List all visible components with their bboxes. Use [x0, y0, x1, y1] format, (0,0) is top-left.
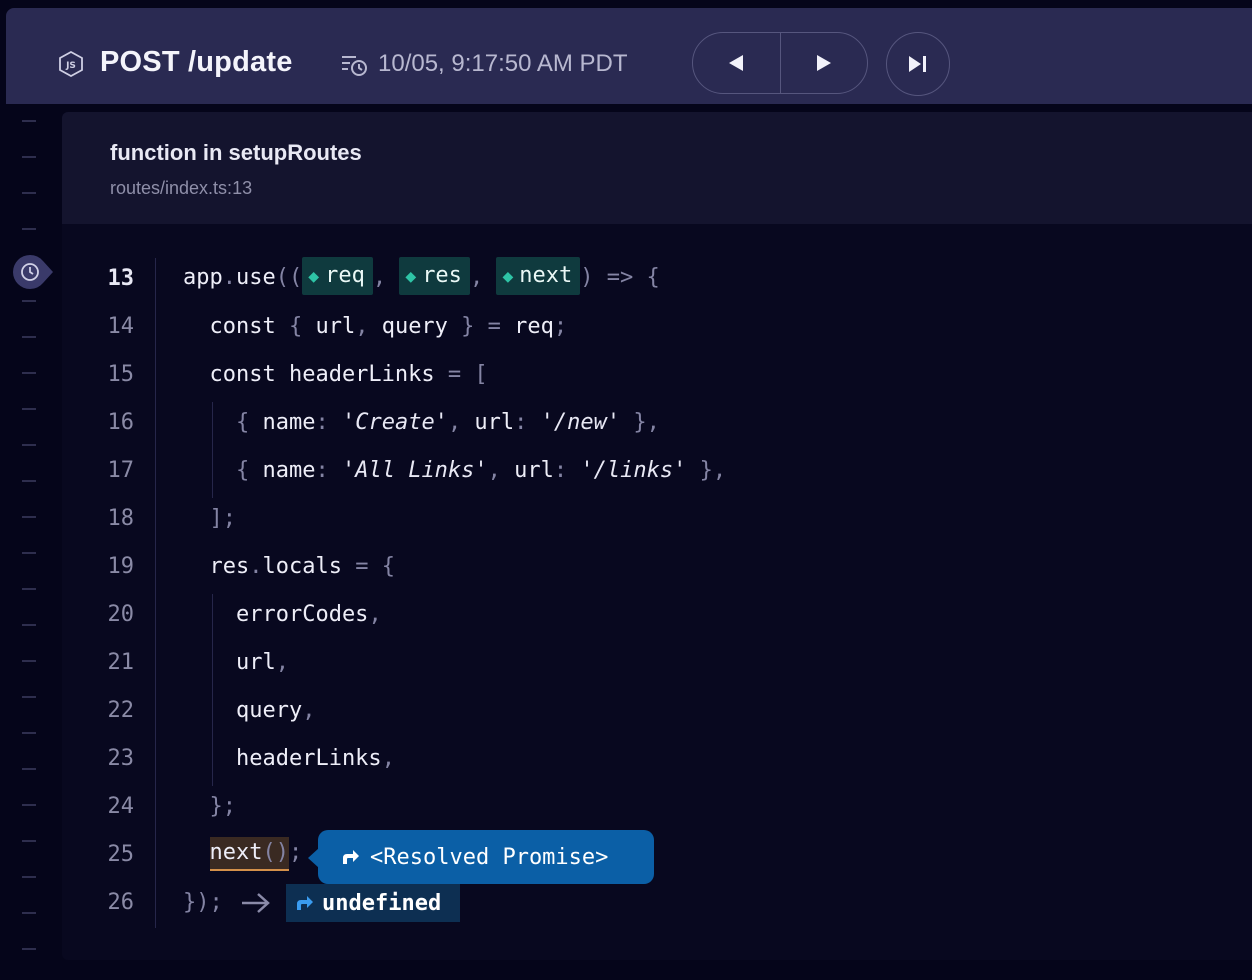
code-text: errorCodes,: [183, 601, 382, 627]
timeline-tick: [22, 480, 36, 482]
timeline-tick: [22, 768, 36, 770]
param-chip[interactable]: ◆ req: [302, 257, 373, 295]
line-number: 23: [107, 745, 135, 771]
timeline-tick: [22, 948, 36, 950]
function-panel: function in setupRoutes routes/index.ts:…: [62, 112, 1252, 960]
diamond-icon: ◆: [502, 266, 514, 287]
code-text: res.locals = {: [183, 553, 395, 579]
next-call-highlight[interactable]: next(): [209, 837, 289, 871]
code-line[interactable]: 21 url,: [62, 638, 1252, 686]
timeline-tick: [22, 912, 36, 914]
line-number: 16: [107, 409, 135, 435]
diamond-icon: ◆: [308, 266, 320, 287]
timeline-tick: [22, 804, 36, 806]
timeline-tick: [22, 408, 36, 410]
code-line[interactable]: 13 app.use((◆ req, ◆ res, ◆ next) => {: [62, 254, 1252, 302]
function-location[interactable]: routes/index.ts:13: [110, 178, 252, 199]
route-title: POST /update: [100, 46, 293, 78]
skip-to-end-button[interactable]: [886, 32, 950, 96]
step-forward-button[interactable]: [781, 33, 868, 93]
timeline-tick: [22, 192, 36, 194]
code-line[interactable]: 19 res.locals = {: [62, 542, 1252, 590]
code-text: query,: [183, 697, 316, 723]
code-text: const headerLinks = [: [183, 361, 488, 387]
diamond-icon: ◆: [405, 266, 417, 287]
call-value-tooltip[interactable]: <Resolved Promise>: [308, 830, 654, 884]
code-line[interactable]: 14 const { url, query } = req;: [62, 302, 1252, 350]
skip-to-end-icon: [909, 56, 926, 72]
line-number: 20: [107, 601, 135, 627]
jump-arrow-icon: [297, 896, 313, 910]
function-header: function in setupRoutes routes/index.ts:…: [62, 112, 1252, 224]
timeline-tick: [22, 444, 36, 446]
line-number: 22: [107, 697, 135, 723]
line-number: 17: [107, 457, 135, 483]
line-number: 24: [107, 793, 135, 819]
line-number: 25: [107, 841, 135, 867]
triangle-left-icon: [729, 55, 744, 71]
code-line[interactable]: 16 { name: 'Create', url: '/new' },: [62, 398, 1252, 446]
timeline-tick: [22, 660, 36, 662]
timeline-clock-marker-icon[interactable]: [13, 255, 53, 289]
timeline-tick: [22, 300, 36, 302]
code-text: { name: 'All Links', url: '/links' },: [235, 457, 727, 483]
code-text: app.use((◆ req, ◆ res, ◆ next) => {: [183, 257, 660, 295]
nodejs-icon: JS: [59, 51, 83, 77]
return-value: undefined: [322, 890, 442, 916]
code-text: });: [183, 889, 223, 915]
timeline-tick: [22, 624, 36, 626]
return-value-badge[interactable]: undefined: [286, 884, 460, 922]
top-bar: JS POST /update 10/05, 9:17:50 AM PDT: [6, 8, 1252, 104]
timestamp: 10/05, 9:17:50 AM PDT: [378, 50, 628, 77]
param-chip[interactable]: ◆ next: [496, 257, 581, 295]
history-clock-icon: [342, 56, 367, 76]
line-number: 21: [107, 649, 135, 675]
svg-text:JS: JS: [65, 61, 76, 71]
timeline-tick: [22, 372, 36, 374]
step-nav-group: [692, 32, 868, 94]
code-text: { name: 'Create', url: '/new' },: [235, 409, 660, 435]
line-number: 13: [107, 265, 135, 291]
timeline-gutter: [0, 104, 56, 980]
code-text: const { url, query } = req;: [183, 313, 568, 339]
code-text: url,: [183, 649, 289, 675]
code-line[interactable]: 22 query,: [62, 686, 1252, 734]
tooltip-value: <Resolved Promise>: [370, 844, 609, 870]
code-line[interactable]: 20 errorCodes,: [62, 590, 1252, 638]
line-number: 26: [107, 889, 135, 915]
code-line[interactable]: 17 { name: 'All Links', url: '/links' },: [62, 446, 1252, 494]
step-back-button[interactable]: [693, 33, 780, 93]
timeline-tick: [22, 228, 36, 230]
code-line[interactable]: 25 next();: [62, 830, 1252, 878]
line-number: 14: [107, 313, 135, 339]
jump-arrow-icon: [343, 850, 359, 864]
timeline-tick: [22, 588, 36, 590]
timeline-tick: [22, 840, 36, 842]
timeline-tick: [22, 696, 36, 698]
return-arrow-icon: [242, 893, 270, 913]
param-chip[interactable]: ◆ res: [399, 257, 470, 295]
code-line[interactable]: 24 };: [62, 782, 1252, 830]
code-text: ];: [209, 505, 237, 531]
timeline-tick: [22, 336, 36, 338]
code-text: next();: [183, 837, 302, 871]
code-text: headerLinks,: [183, 745, 395, 771]
code-line[interactable]: 15 const headerLinks = [: [62, 350, 1252, 398]
timeline-tick: [22, 552, 36, 554]
code-line[interactable]: 18 ];: [62, 494, 1252, 542]
timeline-tick: [22, 732, 36, 734]
line-number: 19: [107, 553, 135, 579]
function-title: function in setupRoutes: [110, 140, 362, 165]
code-text: };: [209, 793, 237, 819]
timeline-tick: [22, 120, 36, 122]
triangle-right-icon: [816, 55, 831, 71]
timeline-tick: [22, 516, 36, 518]
timeline-tick: [22, 876, 36, 878]
code-line[interactable]: 23 headerLinks,: [62, 734, 1252, 782]
line-number: 15: [107, 361, 135, 387]
line-number: 18: [107, 505, 135, 531]
timeline-tick: [22, 156, 36, 158]
